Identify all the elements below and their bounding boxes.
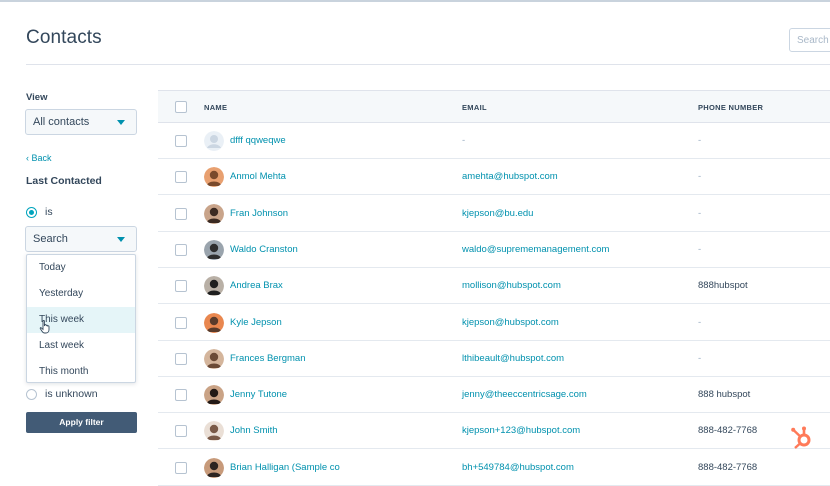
table-row[interactable]: dfff qqweqwe - - — [158, 123, 830, 159]
dropdown-option-this-month[interactable]: This month — [27, 359, 135, 385]
contact-name[interactable]: Kyle Jepson — [230, 317, 282, 328]
hand-cursor-icon — [39, 320, 50, 334]
contact-email[interactable]: kjepson+123@hubspot.com — [462, 425, 580, 436]
dropdown-option-yesterday[interactable]: Yesterday — [27, 281, 135, 307]
contact-name[interactable]: Jenny Tutone — [230, 389, 287, 400]
apply-filter-button[interactable]: Apply filter — [26, 412, 137, 433]
contact-phone: 888hubspot — [698, 280, 748, 292]
top-border — [0, 0, 830, 2]
view-select[interactable]: All contacts — [25, 109, 137, 135]
contact-email[interactable]: kjepson@bu.edu — [462, 208, 533, 219]
date-range-dropdown: Today Yesterday This week Last week This… — [26, 254, 136, 383]
contact-email[interactable]: kjepson@hubspot.com — [462, 317, 559, 328]
back-link[interactable]: ‹ Back — [26, 153, 52, 163]
contact-email[interactable]: bh+549784@hubspot.com — [462, 462, 574, 473]
row-checkbox[interactable] — [175, 280, 187, 293]
row-checkbox[interactable] — [175, 243, 187, 256]
column-header-phone[interactable]: PHONE NUMBER — [698, 103, 763, 112]
hubspot-sprocket-icon[interactable] — [789, 425, 815, 451]
avatar — [204, 312, 224, 333]
contact-name[interactable]: dfff qqweqwe — [230, 135, 286, 146]
contact-phone: 888-482-7768 — [698, 425, 758, 437]
date-range-select[interactable]: Search — [25, 226, 137, 252]
table-row[interactable]: Waldo Cranston waldo@suprememanagement.co… — [158, 231, 830, 268]
avatar — [204, 385, 224, 406]
contact-phone: - — [698, 243, 702, 255]
table-row[interactable]: Brian Halligan (Sample co bh+549784@hubsp… — [158, 449, 830, 486]
contact-phone: - — [698, 316, 702, 328]
contact-name[interactable]: Anmol Mehta — [230, 171, 286, 182]
contact-email[interactable]: jenny@theeccentricsage.com — [462, 389, 587, 400]
avatar — [204, 348, 224, 369]
search-input[interactable]: Search — [789, 28, 830, 52]
radio-is-label: is — [45, 206, 53, 218]
contact-name[interactable]: Fran Johnson — [230, 208, 288, 219]
header-divider — [26, 64, 830, 65]
avatar — [204, 239, 224, 260]
row-checkbox[interactable] — [175, 316, 187, 329]
avatar — [204, 167, 224, 188]
contact-name[interactable]: John Smith — [230, 425, 278, 436]
row-checkbox[interactable] — [175, 171, 187, 184]
table-row[interactable]: Frances Bergman lthibeault@hubspot.com - — [158, 340, 830, 377]
row-checkbox[interactable] — [175, 389, 187, 402]
contact-phone: - — [698, 207, 702, 219]
view-select-value: All contacts — [33, 116, 90, 128]
radio-checked-icon[interactable] — [26, 206, 37, 218]
select-all-checkbox[interactable] — [175, 101, 187, 113]
row-checkbox[interactable] — [175, 352, 187, 365]
table-row[interactable]: Andrea Brax mollison@hubspot.com 888hubspo… — [158, 268, 830, 305]
row-checkbox[interactable] — [175, 135, 187, 147]
radio-is[interactable]: is — [26, 206, 53, 218]
table-header: NAME EMAIL PHONE NUMBER — [158, 90, 830, 123]
radio-unchecked-icon[interactable] — [26, 388, 37, 400]
contact-name[interactable]: Brian Halligan (Sample co — [230, 462, 340, 473]
contact-email[interactable]: lthibeault@hubspot.com — [462, 353, 564, 364]
view-label: View — [26, 92, 48, 103]
filter-title: Last Contacted — [26, 175, 102, 187]
contact-name[interactable]: Andrea Brax — [230, 280, 283, 291]
avatar — [204, 276, 224, 297]
page-title: Contacts — [26, 27, 102, 48]
contact-phone: 888 hubspot — [698, 389, 751, 401]
avatar — [204, 457, 224, 478]
column-header-email[interactable]: EMAIL — [462, 103, 487, 112]
contact-phone: - — [698, 135, 702, 146]
dropdown-option-last-week[interactable]: Last week — [27, 333, 135, 359]
dropdown-option-today[interactable]: Today — [27, 255, 135, 281]
table-row[interactable]: John Smith kjepson+123@hubspot.com 888-482… — [158, 413, 830, 450]
contact-phone: - — [698, 171, 702, 183]
contact-email[interactable]: waldo@suprememanagement.com — [462, 244, 609, 255]
column-header-name[interactable]: NAME — [204, 103, 227, 112]
contact-name[interactable]: Frances Bergman — [230, 353, 306, 364]
radio-is-unknown[interactable]: is unknown — [26, 388, 98, 400]
contact-phone: - — [698, 352, 702, 364]
table-row[interactable]: Kyle Jepson kjepson@hubspot.com - — [158, 304, 830, 341]
contact-name[interactable]: Waldo Cranston — [230, 244, 298, 255]
contact-email[interactable]: mollison@hubspot.com — [462, 280, 561, 291]
date-range-select-value: Search — [33, 233, 68, 245]
table-row[interactable]: Anmol Mehta amehta@hubspot.com - — [158, 159, 830, 196]
table-row[interactable]: Fran Johnson kjepson@bu.edu - — [158, 195, 830, 232]
avatar — [204, 421, 224, 442]
caret-down-icon — [117, 120, 125, 125]
row-checkbox[interactable] — [175, 461, 187, 474]
radio-is-unknown-label: is unknown — [45, 388, 98, 400]
row-checkbox[interactable] — [175, 207, 187, 220]
contact-email[interactable]: amehta@hubspot.com — [462, 171, 558, 182]
row-checkbox[interactable] — [175, 425, 187, 438]
contact-email: - — [462, 135, 466, 146]
caret-down-icon — [117, 237, 125, 242]
avatar — [204, 203, 224, 224]
table-row[interactable]: Jenny Tutone jenny@theeccentricsage.com 88… — [158, 377, 830, 414]
avatar-placeholder-icon — [204, 131, 224, 151]
contact-phone: 888-482-7768 — [698, 461, 758, 473]
